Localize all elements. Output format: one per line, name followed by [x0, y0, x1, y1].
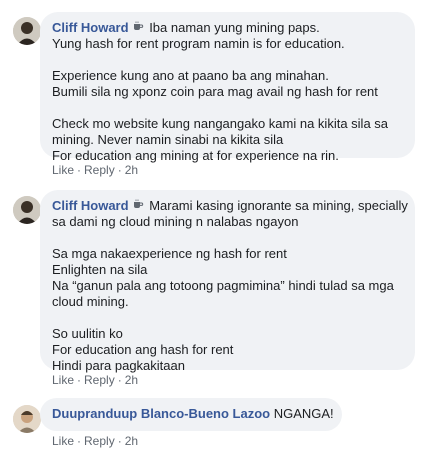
reply-link[interactable]: Reply — [84, 373, 115, 387]
comment-actions: Like · Reply · 2h — [52, 163, 138, 177]
timestamp[interactable]: 2h — [125, 163, 138, 177]
coffee-cup-icon — [132, 20, 144, 36]
author-name[interactable]: Cliff Howard — [52, 198, 129, 213]
comment-text: mining. Never namin sinabi na kikita sil… — [52, 132, 284, 147]
reply-link[interactable]: Reply — [84, 163, 115, 177]
comment-text: sa dami ng cloud mining n nalabas ngayon — [52, 214, 299, 229]
reply-link[interactable]: Reply — [84, 434, 115, 448]
separator: · — [117, 163, 122, 177]
comment-actions: Like · Reply · 2h — [52, 434, 138, 448]
comment-text: Marami kasing ignorante sa mining, speci… — [149, 198, 408, 213]
separator: · — [77, 373, 82, 387]
separator: · — [117, 373, 122, 387]
comment-bubble: Cliff Howard Marami kasing ignorante sa … — [40, 190, 415, 373]
avatar[interactable] — [13, 196, 41, 224]
author-name[interactable]: Cliff Howard — [52, 20, 129, 35]
separator: · — [77, 163, 82, 177]
like-link[interactable]: Like — [52, 163, 74, 177]
comment-text: So uulitin ko — [52, 326, 123, 341]
comment-text: Enlighten na sila — [52, 262, 148, 277]
comment-text: Experience kung ano at paano ba ang mina… — [52, 68, 329, 83]
comment-text: Bumili sila ng xponz coin para mag avail… — [52, 84, 378, 99]
comment-text: For education ang hash for rent — [52, 342, 234, 357]
timestamp[interactable]: 2h — [125, 434, 138, 448]
comment-text: Check mo website kung nangangako kami na… — [52, 116, 389, 131]
comment-text: cloud mining. — [52, 294, 129, 309]
comment-text: Iba naman yung mining paps. — [149, 20, 320, 35]
author-name[interactable]: Duupranduup Blanco-Bueno Lazoo — [52, 406, 270, 421]
like-link[interactable]: Like — [52, 434, 74, 448]
like-link[interactable]: Like — [52, 373, 74, 387]
comment-text: For education ang mining at for experien… — [52, 148, 339, 163]
avatar[interactable] — [13, 405, 41, 433]
avatar[interactable] — [13, 17, 41, 45]
separator: · — [77, 434, 82, 448]
comment-bubble: Cliff Howard Iba naman yung mining paps.… — [40, 12, 415, 163]
comment-text: Sa mga nakaexperience ng hash for rent — [52, 246, 287, 261]
comment-text: NGANGA! — [273, 406, 334, 421]
coffee-cup-icon — [132, 198, 144, 214]
comment-text: Na “ganun pala ang totoong pagmimina” hi… — [52, 278, 394, 293]
comment-actions: Like · Reply · 2h — [52, 373, 138, 387]
timestamp[interactable]: 2h — [125, 373, 138, 387]
separator: · — [117, 434, 122, 448]
comment-bubble: Duupranduup Blanco-Bueno Lazoo NGANGA! — [40, 398, 342, 431]
comment-text: Yung hash for rent program namin is for … — [52, 36, 345, 51]
comment-text: Hindi para pagkakitaan — [52, 358, 185, 373]
